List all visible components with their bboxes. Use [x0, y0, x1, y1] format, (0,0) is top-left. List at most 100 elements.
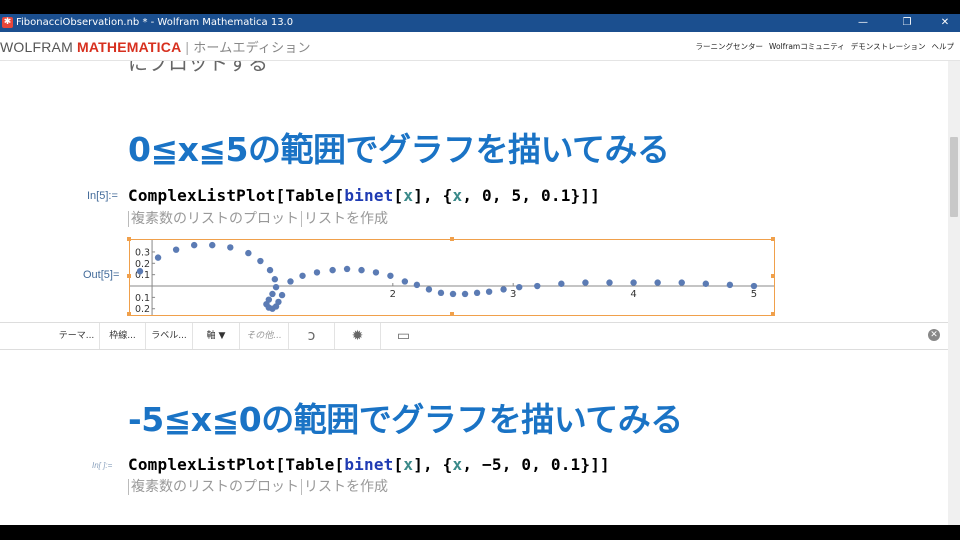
data-point [154, 254, 162, 261]
resize-handle[interactable] [450, 312, 454, 316]
iterate-icon[interactable]: ↄ [289, 323, 335, 349]
suggestions-bar: テーマ... 枠線... ラベル... 軸 ▼ その他... ↄ ✹ ▭ ✕ [0, 322, 948, 350]
data-point [269, 290, 276, 298]
data-point [275, 298, 282, 306]
code-fn: binet [344, 186, 394, 205]
data-point [654, 279, 661, 286]
data-point [299, 272, 306, 279]
code-var: x [403, 455, 414, 474]
hint-make-list[interactable]: リストを作成 [301, 479, 388, 495]
brand-wolfram: WOLFRAM [0, 39, 73, 55]
data-point [272, 283, 280, 291]
autocomplete-hint-1[interactable]: 複素数のリストのプロット リストを作成 [128, 208, 390, 228]
comment-icon[interactable]: ▭ [381, 323, 426, 349]
data-point [343, 265, 351, 273]
top-black-bar [0, 0, 960, 14]
data-point [437, 289, 445, 297]
data-point [372, 269, 380, 276]
menubar: WOLFRAM MATHEMATICA | ホームエディション ラーニングセンター W… [0, 32, 960, 61]
code-var: x [452, 186, 463, 205]
axes-button[interactable]: 軸 ▼ [193, 323, 240, 349]
minimize-icon[interactable]: — [848, 14, 878, 32]
x-tick-label: 2 [390, 289, 396, 300]
scatter-plot-svg: 2 3 4 50.30.20.10.10.2 [130, 240, 774, 315]
link-learning-center[interactable]: ラーニングセンター [695, 42, 763, 51]
y-tick-label: 0.1 [135, 293, 150, 304]
hint-complex-list-plot[interactable]: 複素数のリストのプロット [128, 479, 299, 495]
data-point [500, 286, 507, 293]
data-point [726, 281, 734, 289]
window-titlebar[interactable]: ✱ FibonacciObservation.nb * - Wolfram Ma… [0, 14, 960, 32]
data-point [750, 282, 758, 290]
code-part: , −5, 0, 0.1}]] [462, 455, 610, 474]
menu-links: ラーニングセンター Wolframコミュニティ デモンストレーション ヘルプ [689, 41, 954, 52]
data-point [190, 241, 198, 249]
data-point [534, 282, 541, 290]
code-part: , 0, 5, 0.1}]] [462, 186, 601, 205]
data-point [227, 244, 234, 251]
data-point [606, 279, 613, 286]
window-title: FibonacciObservation.nb * - Wolfram Math… [16, 17, 294, 28]
resize-handle[interactable] [127, 237, 131, 241]
x-tick-label: 3 [510, 289, 516, 300]
restore-icon[interactable]: ❐ [892, 14, 922, 32]
y-tick-label: 0.2 [135, 259, 150, 270]
autocomplete-hint-2[interactable]: 複素数のリストのプロット リストを作成 [128, 476, 390, 496]
resize-handle[interactable] [771, 312, 775, 316]
data-point [630, 279, 637, 286]
resize-handle[interactable] [771, 237, 775, 241]
section-title-2: -5≦x≦0の範囲でグラフを描いてみる [128, 400, 683, 439]
code-part: [ [393, 455, 404, 474]
code-part: ComplexListPlot[Table[ [128, 455, 345, 474]
complex-list-plot[interactable]: 2 3 4 5 0.3 0.2 0.1 0.1 0.2 [127, 237, 775, 316]
data-point [257, 257, 264, 265]
edition-label: ホームエディション [193, 40, 311, 55]
gear-icon[interactable]: ✹ [335, 323, 381, 349]
notebook-area[interactable]: にプロットする 0≦x≦5の範囲でグラフを描いてみる In[5]:= Compl… [0, 61, 948, 525]
data-point [516, 283, 523, 291]
data-point [387, 272, 394, 279]
scroll-thumb[interactable] [950, 137, 958, 217]
data-point [278, 291, 286, 299]
cut-text: にプロットする [128, 61, 268, 75]
code-part: [ [393, 186, 404, 205]
data-point [358, 266, 365, 274]
data-point [266, 266, 274, 274]
data-point [449, 290, 457, 298]
theme-button[interactable]: テーマ... [54, 323, 100, 349]
link-demonstrations[interactable]: デモンストレーション [851, 42, 926, 51]
brand-mathematica: MATHEMATICA [77, 39, 182, 55]
frame-button[interactable]: 枠線... [100, 323, 146, 349]
vertical-scrollbar[interactable] [948, 61, 960, 525]
close-icon[interactable]: ✕ [928, 329, 940, 341]
code-var: x [452, 455, 463, 474]
resize-handle[interactable] [771, 274, 775, 278]
y-tick-label: 0.2 [135, 304, 150, 315]
resize-handle[interactable] [450, 237, 454, 241]
code-part: ], { [413, 186, 453, 205]
link-community[interactable]: Wolframコミュニティ [769, 42, 845, 51]
data-point [582, 279, 589, 286]
out5-label: Out[5]= [83, 269, 120, 281]
data-point [136, 268, 144, 275]
bottom-black-bar [0, 525, 960, 540]
data-point [461, 290, 469, 298]
input-cell-1[interactable]: ComplexListPlot[Table[binet[x], {x, 0, 5… [128, 186, 600, 205]
hint-complex-list-plot[interactable]: 複素数のリストのプロット [128, 211, 299, 227]
in-blank-label: In[ ]:= [92, 461, 113, 470]
data-point [313, 269, 321, 276]
data-point [271, 276, 279, 283]
mathematica-star-icon: ✱ [2, 17, 13, 28]
x-tick-label: 5 [751, 289, 757, 300]
label-button[interactable]: ラベル... [146, 323, 193, 349]
hint-make-list[interactable]: リストを作成 [301, 211, 388, 227]
resize-handle[interactable] [127, 312, 131, 316]
data-point [485, 288, 493, 295]
link-help[interactable]: ヘルプ [932, 42, 955, 51]
input-cell-2[interactable]: ComplexListPlot[Table[binet[x], {x, −5, … [128, 455, 610, 474]
resize-handle[interactable] [127, 274, 131, 278]
close-window-icon[interactable]: ✕ [930, 14, 960, 32]
data-point [401, 278, 409, 285]
brand-separator: | [185, 39, 190, 55]
more-button[interactable]: その他... [240, 323, 289, 349]
